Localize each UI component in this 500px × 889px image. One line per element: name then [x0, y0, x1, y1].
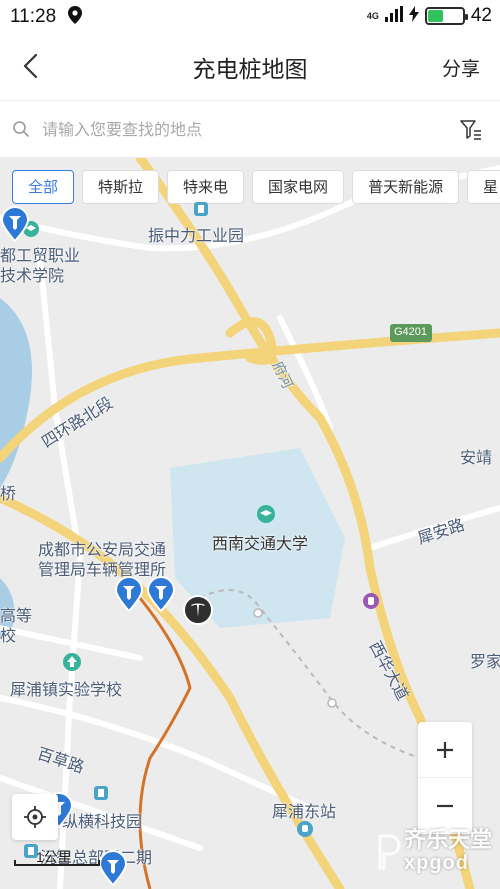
status-indicators: 4G 42 — [367, 5, 492, 27]
filter-chip-3[interactable]: 国家电网 — [252, 170, 345, 204]
watermark-logo-icon — [378, 834, 401, 869]
charger-marker-state-grid-3[interactable] — [146, 576, 176, 613]
page-title: 充电桩地图 — [192, 56, 308, 82]
status-time: 11:28 — [10, 6, 57, 27]
search-bar — [0, 100, 500, 158]
filter-chip-1[interactable]: 特斯拉 — [82, 170, 160, 204]
search-icon — [12, 120, 30, 143]
map-scale: 1公里 — [14, 846, 100, 866]
charging-bolt-icon — [408, 5, 419, 27]
watermark-sub: xpgod — [403, 852, 469, 874]
locate-me-button[interactable] — [12, 794, 58, 840]
charger-marker-state-grid-2[interactable] — [114, 576, 144, 613]
filter-chip-2[interactable]: 特来电 — [167, 170, 245, 204]
metro-station-icon — [363, 593, 379, 609]
poi-label-zhenzhongli: 振中力工业园 — [148, 228, 245, 245]
minus-icon — [437, 804, 453, 807]
train-station-icon — [297, 821, 313, 837]
building-icon — [194, 202, 208, 216]
place-label-qiao: 桥 — [0, 486, 17, 503]
watermark-text: 齐乐天堂 — [403, 827, 492, 852]
watermark: 齐乐天堂 xpgod — [374, 828, 492, 875]
chevron-left-icon — [23, 53, 38, 79]
highway-shield-label: G4201 — [394, 326, 428, 338]
filter-chip-5[interactable]: 星 — [467, 170, 500, 204]
poi-label-station: 犀浦东站 — [272, 804, 337, 821]
filter-chip-4[interactable]: 普天新能源 — [352, 170, 460, 204]
crosshair-icon — [24, 806, 46, 828]
poi-label-school: 犀浦镇实验学校 — [10, 682, 123, 699]
poi-label-gaodeng-line2: 校 — [0, 628, 17, 645]
filter-chip-0[interactable]: 全部 — [12, 170, 75, 204]
charger-marker-tesla[interactable] — [182, 594, 213, 630]
signal-icon — [384, 5, 403, 27]
poi-label-college-line2: 技术学院 — [0, 268, 65, 285]
battery-fill — [427, 10, 443, 22]
filter-icon[interactable] — [460, 119, 482, 146]
scale-bar — [14, 860, 100, 866]
status-bar: 11:28 4G 42 — [0, 0, 500, 34]
network-type: 4G — [366, 10, 379, 21]
nav-bar: 充电桩地图 分享 — [0, 34, 500, 98]
place-label-luojia: 罗家 — [470, 654, 500, 671]
charger-marker-state-grid[interactable] — [0, 206, 30, 243]
university-icon — [257, 505, 275, 523]
school-icon-2 — [63, 653, 81, 671]
location-pin-icon — [68, 6, 82, 29]
zoom-controls — [418, 722, 472, 834]
brand-filter-chips: 全部 特斯拉 特来电 国家电网 普天新能源星 — [12, 170, 500, 204]
share-button[interactable]: 分享 — [442, 54, 480, 81]
search-input[interactable] — [40, 113, 444, 149]
charger-marker-state-grid-5[interactable] — [98, 850, 128, 887]
building-icon-2 — [94, 786, 108, 800]
back-button[interactable] — [14, 50, 46, 82]
place-label-anjing: 安靖 — [460, 450, 493, 467]
battery-icon — [424, 7, 468, 25]
poi-label-hengtech: 纵横科技园 — [62, 814, 143, 831]
battery-percent: 42 — [470, 5, 492, 26]
plus-icon — [437, 741, 453, 758]
zoom-in-button[interactable] — [418, 722, 472, 778]
poi-label-swjtu: 西南交通大学 — [212, 536, 309, 553]
zoom-out-button[interactable] — [418, 778, 472, 833]
map-view[interactable]: G4201 全部 特斯拉 特来电 国家电网 普天新能源星 振中力工业园 都工贸职业 技术… — [0, 158, 500, 889]
